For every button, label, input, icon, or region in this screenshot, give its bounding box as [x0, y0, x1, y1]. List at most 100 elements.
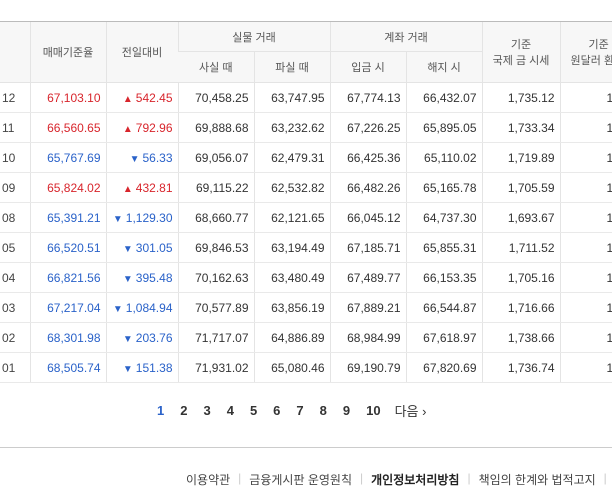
rate-cell: 67,217.04: [29, 292, 106, 323]
deposit-cell: 66,482.26: [329, 172, 407, 203]
usd-cell: 1,21: [559, 262, 612, 293]
change-cell: ▲ 542.45: [105, 82, 178, 113]
date-cell: 10: [0, 142, 30, 173]
change-value: 301.05: [135, 240, 173, 255]
page-link-10[interactable]: 10: [358, 403, 388, 418]
withdraw-cell: 65,855.31: [405, 232, 483, 263]
cash-buy-cell: 68,660.77: [177, 202, 254, 233]
cash-sell-cell: 63,856.19: [253, 292, 331, 323]
change-cell: ▼ 203.76: [105, 322, 178, 353]
table-row: 12 67,103.10 ▲ 542.45 70,458.25 63,747.95 67,7…: [0, 82, 612, 113]
up-triangle-icon: ▲: [122, 123, 133, 135]
cash-buy-cell: 69,115.22: [177, 172, 254, 203]
usd-header-line1: 기준: [588, 39, 609, 51]
footer-link[interactable]: 책임의 한계와 법적고지: [471, 471, 604, 488]
rate-cell: 67,103.10: [29, 82, 106, 113]
change-cell: ▲ 792.96: [105, 112, 178, 143]
rate-cell: 65,391.21: [29, 202, 106, 233]
gold-cell: 1,716.66: [481, 292, 561, 323]
cash-buy-cell: 69,888.68: [177, 112, 254, 143]
rate-cell: 66,821.56: [29, 262, 106, 293]
cash-group-header: 실물 거래: [177, 21, 331, 52]
withdraw-cell: 66,153.35: [405, 262, 483, 293]
footer-link[interactable]: 이용약관: [178, 471, 238, 488]
deposit-cell: 67,774.13: [329, 82, 407, 113]
change-value: 56.33: [142, 150, 173, 165]
cash-sell-header: 파실 때: [253, 51, 331, 83]
change-cell: ▼ 1,084.94: [105, 292, 178, 323]
cash-buy-cell: 71,717.07: [177, 322, 254, 353]
gold-cell: 1,693.67: [481, 202, 561, 233]
deposit-cell: 67,226.25: [329, 112, 407, 143]
rate-cell: 66,560.65: [29, 112, 106, 143]
change-cell: ▼ 151.38: [105, 352, 178, 383]
rate-cell: 68,505.74: [29, 352, 106, 383]
gold-header-line1: 기준: [510, 39, 532, 51]
deposit-cell: 67,185.71: [329, 232, 407, 263]
up-triangle-icon: ▲: [122, 183, 133, 195]
date-cell: 04: [0, 262, 30, 293]
page-link-7[interactable]: 7: [288, 403, 311, 418]
date-cell: 11: [0, 112, 30, 143]
change-value: 1,129.30: [125, 210, 173, 225]
date-cell: 08: [0, 202, 30, 233]
usd-cell: 1,18: [559, 142, 612, 173]
page-link-3[interactable]: 3: [195, 403, 218, 418]
gold-cell: 1,705.16: [481, 262, 561, 293]
usd-cell: 1,21: [559, 292, 612, 323]
change-cell: ▼ 301.05: [105, 232, 178, 263]
gold-cell: 1,738.66: [481, 322, 561, 353]
cash-sell-cell: 62,479.31: [253, 142, 331, 173]
cash-sell-cell: 62,532.82: [253, 172, 331, 203]
page-link-2[interactable]: 2: [172, 403, 195, 418]
change-value: 542.45: [135, 90, 173, 105]
page-link-6[interactable]: 6: [265, 403, 288, 418]
withdraw-cell: 66,544.87: [405, 292, 483, 323]
rate-cell: 65,767.69: [29, 142, 106, 173]
cash-buy-cell: 71,931.02: [177, 352, 254, 383]
down-triangle-icon: ▼: [122, 333, 133, 345]
usd-cell: 1,19: [559, 112, 612, 143]
rate-cell: 66,520.51: [29, 232, 106, 263]
table-row: 10 65,767.69 ▼ 56.33 69,056.07 62,479.31 66,42…: [0, 142, 612, 173]
withdraw-cell: 67,618.97: [405, 322, 483, 353]
change-value: 432.81: [135, 180, 173, 195]
deposit-cell: 66,045.12: [329, 202, 407, 233]
cash-buy-header: 사실 때: [178, 51, 254, 83]
footer-link[interactable]: 금융게시판 운영원칙: [241, 471, 360, 488]
footer-link[interactable]: 개인정보처리방침: [363, 471, 467, 488]
deposit-cell: 66,425.36: [329, 142, 407, 173]
rate-cell: 68,301.98: [29, 322, 106, 353]
usd-cell: 1,20: [559, 202, 612, 233]
table-row: 05 66,520.51 ▼ 301.05 69,846.53 63,194.49 67,1…: [0, 232, 612, 263]
cash-sell-cell: 64,886.89: [253, 322, 331, 353]
footer-link[interactable]: 금융: [607, 471, 612, 488]
page-link-9[interactable]: 9: [335, 403, 358, 418]
change-value: 792.96: [135, 120, 173, 135]
gold-cell: 1,735.12: [481, 82, 561, 113]
page-link-8[interactable]: 8: [312, 403, 335, 418]
down-triangle-icon: ▼: [122, 273, 133, 285]
table-row: 09 65,824.02 ▲ 432.81 69,115.22 62,532.82 66,4…: [0, 172, 612, 203]
change-value: 151.38: [135, 360, 173, 375]
usd-column-header: 기준 원달러 환: [559, 21, 612, 83]
down-triangle-icon: ▼: [122, 363, 133, 375]
next-page-link[interactable]: 다음 ›: [389, 401, 435, 420]
cash-buy-cell: 69,846.53: [177, 232, 254, 263]
cash-sell-cell: 63,232.62: [253, 112, 331, 143]
withdraw-cell: 67,820.69: [405, 352, 483, 383]
date-cell: 05: [0, 232, 30, 263]
page-link-1[interactable]: 1: [149, 403, 172, 418]
transfer-group-header: 계좌 거래: [329, 21, 483, 52]
cash-sell-cell: 63,480.49: [253, 262, 331, 293]
withdraw-cell: 64,737.30: [405, 202, 483, 233]
page-link-4[interactable]: 4: [219, 403, 242, 418]
deposit-cell: 67,889.21: [329, 292, 407, 323]
gold-cell: 1,733.34: [481, 112, 561, 143]
exchange-rate-table: 매매기준율 전일대비 실물 거래 계좌 거래 기준 국제 금 시세 기준 원달러…: [0, 21, 612, 383]
deposit-cell: 67,489.77: [329, 262, 407, 293]
usd-cell: 1,20: [559, 82, 612, 113]
page-link-5[interactable]: 5: [242, 403, 265, 418]
deposit-cell: 69,190.79: [329, 352, 407, 383]
withdraw-header: 해지 시: [405, 51, 483, 83]
